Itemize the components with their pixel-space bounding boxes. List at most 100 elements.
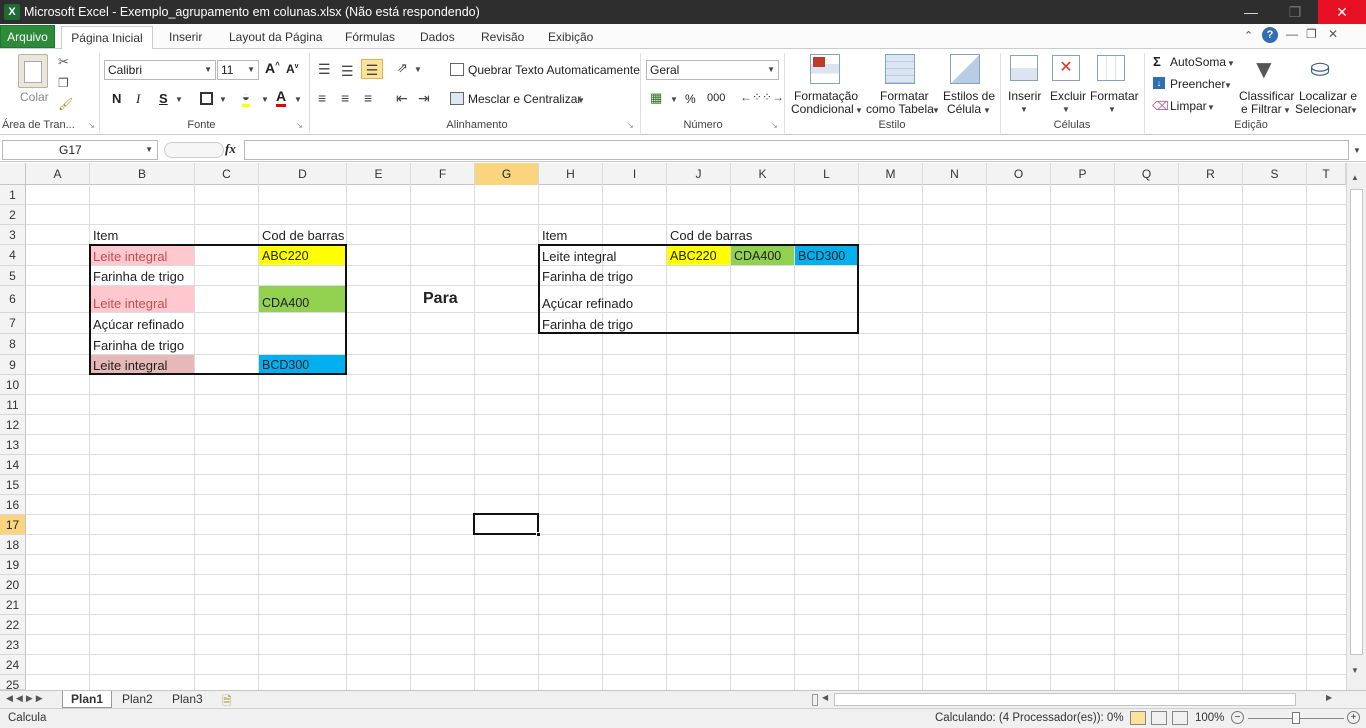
wrap-text-icon[interactable]: [450, 63, 464, 76]
format-painter-icon[interactable]: 🖌: [58, 97, 73, 111]
cell-d3[interactable]: Cod de barras: [259, 227, 344, 244]
row-header[interactable]: 6: [0, 286, 26, 313]
column-header[interactable]: A: [26, 163, 90, 185]
row-header[interactable]: 5: [0, 266, 26, 286]
fill-dropdown-icon[interactable]: ▼: [1224, 81, 1232, 90]
column-header[interactable]: G: [475, 163, 539, 185]
insert-cells-icon[interactable]: [1010, 55, 1038, 81]
sheet-tab-plan3[interactable]: Plan3: [164, 691, 211, 708]
horizontal-scroll-thumb[interactable]: [834, 693, 1296, 706]
clear-button[interactable]: Limpar: [1170, 99, 1207, 113]
tab-formulas[interactable]: Fórmulas: [345, 27, 395, 49]
format-cells-button[interactable]: Formatar: [1090, 89, 1139, 103]
worksheet-grid[interactable]: Item Cod de barras Leite integral ABC220 Far…: [26, 185, 1346, 693]
row-header[interactable]: 14: [0, 455, 26, 475]
insert-function-button[interactable]: fx: [225, 141, 236, 157]
tab-pagina-inicial[interactable]: Página Inicial: [61, 26, 153, 50]
insert-dropdown-icon[interactable]: ▼: [1020, 105, 1028, 114]
format-as-table-icon[interactable]: [885, 54, 915, 84]
row-header[interactable]: 23: [0, 635, 26, 655]
clear-dropdown-icon[interactable]: ▼: [1207, 103, 1215, 112]
scroll-left-icon[interactable]: ◀: [822, 693, 828, 702]
dialog-launcher-icon[interactable]: ↘: [627, 121, 634, 130]
select-all-corner[interactable]: [0, 163, 26, 185]
find-select-label-1[interactable]: Localizar e: [1299, 89, 1357, 103]
tab-arquivo[interactable]: Arquivo: [0, 25, 55, 48]
row-header[interactable]: 8: [0, 334, 26, 355]
close-workbook-icon[interactable]: ✕: [1328, 27, 1338, 41]
align-top-icon[interactable]: ☰: [318, 61, 331, 78]
row-header[interactable]: 20: [0, 575, 26, 595]
row-header[interactable]: 4: [0, 245, 26, 266]
column-header[interactable]: S: [1243, 163, 1307, 185]
align-right-icon[interactable]: ≡: [364, 90, 372, 106]
sort-filter-label-1[interactable]: Classificar: [1239, 89, 1294, 103]
column-header[interactable]: K: [731, 163, 795, 185]
conditional-formatting-label-2[interactable]: Condicional: [791, 102, 854, 116]
cell-styles-label-2[interactable]: Célula: [947, 102, 981, 116]
column-header[interactable]: E: [347, 163, 411, 185]
sheet-nav-icon[interactable]: ◀◀▶▶: [6, 693, 46, 704]
font-name-select[interactable]: Calibri ▼: [104, 60, 216, 80]
normal-view-icon[interactable]: [1130, 711, 1146, 725]
row-header[interactable]: 25: [0, 675, 26, 692]
row-header[interactable]: 12: [0, 415, 26, 435]
thousands-button[interactable]: 000: [707, 92, 725, 104]
orientation-dropdown-icon[interactable]: ▼: [414, 65, 422, 74]
format-dropdown-icon[interactable]: ▼: [1108, 105, 1116, 114]
row-header[interactable]: 21: [0, 595, 26, 615]
percent-button[interactable]: %: [685, 92, 696, 106]
clear-icon[interactable]: ⌫: [1152, 99, 1169, 113]
page-break-view-icon[interactable]: [1172, 711, 1188, 725]
excel-app-icon[interactable]: X: [4, 4, 20, 20]
column-header[interactable]: C: [195, 163, 259, 185]
collapse-ribbon-icon[interactable]: ⌃: [1244, 29, 1253, 42]
autosum-dropdown-icon[interactable]: ▼: [1227, 59, 1235, 68]
currency-dropdown-icon[interactable]: ▼: [670, 95, 678, 104]
autosum-button[interactable]: AutoSoma: [1170, 55, 1226, 69]
currency-icon[interactable]: ▦: [650, 90, 662, 106]
row-header[interactable]: 1: [0, 185, 26, 205]
row-header[interactable]: 22: [0, 615, 26, 635]
cell-f6[interactable]: Para: [411, 289, 458, 311]
scroll-thumb[interactable]: [1350, 189, 1363, 655]
column-header[interactable]: F: [411, 163, 475, 185]
column-header[interactable]: B: [90, 163, 195, 185]
align-middle-icon[interactable]: ☰: [341, 63, 354, 80]
column-header[interactable]: P: [1051, 163, 1115, 185]
close-icon[interactable]: ✕: [1318, 0, 1366, 24]
column-header[interactable]: J: [667, 163, 731, 185]
font-size-select[interactable]: 11 ▼: [217, 60, 259, 80]
find-select-dropdown-icon[interactable]: ▼: [1350, 106, 1358, 115]
decrease-decimal-icon[interactable]: ⁘→: [762, 90, 784, 104]
zoom-in-icon[interactable]: +: [1347, 711, 1360, 724]
tab-revisao[interactable]: Revisão: [481, 27, 524, 49]
minimize-workbook-icon[interactable]: —: [1286, 27, 1298, 41]
cut-icon[interactable]: ✂: [58, 54, 69, 70]
row-header[interactable]: 19: [0, 555, 26, 575]
restore-icon[interactable]: ❐: [1272, 0, 1318, 24]
column-header[interactable]: N: [923, 163, 987, 185]
zoom-level[interactable]: 100%: [1195, 712, 1224, 724]
dialog-launcher-icon[interactable]: ↘: [88, 121, 95, 130]
delete-cells-icon[interactable]: ✕: [1052, 55, 1080, 81]
tab-split-handle[interactable]: [812, 694, 818, 706]
cell-styles-dropdown-icon[interactable]: ▼: [983, 106, 991, 115]
conditional-formatting-dropdown-icon[interactable]: ▼: [855, 106, 863, 115]
copy-icon[interactable]: ❐: [58, 76, 69, 90]
restore-workbook-icon[interactable]: ❐: [1306, 27, 1317, 41]
number-format-select[interactable]: Geral ▼: [646, 60, 779, 80]
column-header[interactable]: D: [259, 163, 347, 185]
column-header[interactable]: I: [603, 163, 667, 185]
sort-filter-dropdown-icon[interactable]: ▼: [1283, 106, 1291, 115]
tab-exibicao[interactable]: Exibição: [548, 27, 593, 49]
sort-filter-label-2[interactable]: e Filtrar: [1241, 102, 1282, 116]
delete-dropdown-icon[interactable]: ▼: [1062, 105, 1070, 114]
italic-button[interactable]: I: [136, 91, 140, 107]
fill-button[interactable]: Preencher: [1170, 77, 1225, 91]
find-select-icon[interactable]: ⛀: [1310, 54, 1330, 84]
orientation-icon[interactable]: ⇗: [397, 60, 408, 76]
dialog-launcher-icon[interactable]: ↘: [771, 121, 778, 130]
increase-indent-icon[interactable]: ⇥: [418, 90, 430, 107]
cell-styles-icon[interactable]: [950, 54, 980, 84]
